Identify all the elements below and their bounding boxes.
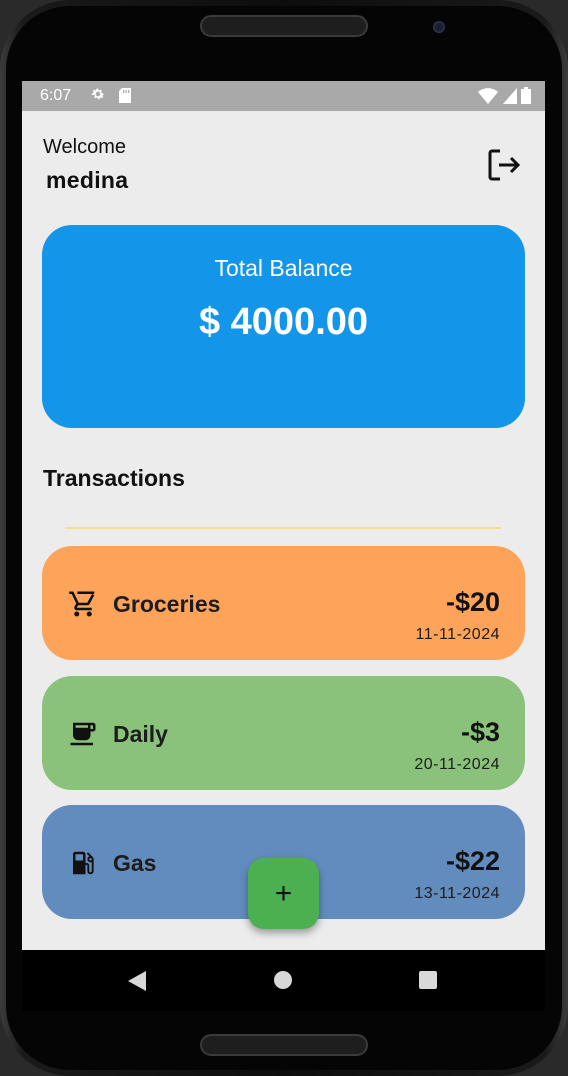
back-icon[interactable] bbox=[128, 971, 146, 996]
welcome-label: Welcome bbox=[43, 136, 126, 158]
transaction-amount: -$22 bbox=[445, 846, 500, 876]
transaction-card-groceries[interactable]: Groceries -$20 11-11-2024 bbox=[42, 546, 525, 660]
wifi-icon bbox=[478, 88, 499, 104]
recent-apps-icon[interactable] bbox=[419, 971, 437, 989]
app-screen: 6:07 Welcome medina Total Balance $ 4000… bbox=[22, 81, 545, 1011]
front-camera bbox=[433, 21, 445, 33]
top-speaker bbox=[200, 15, 368, 37]
username: medina bbox=[46, 167, 129, 193]
transaction-date: 11-11-2024 bbox=[415, 626, 500, 643]
transaction-date: 13-11-2024 bbox=[414, 885, 500, 902]
sd-card-icon bbox=[119, 88, 131, 108]
add-transaction-button[interactable]: + bbox=[248, 858, 319, 929]
status-time: 6:07 bbox=[40, 87, 72, 104]
coffee-cup-icon bbox=[68, 719, 98, 749]
transaction-name: Daily bbox=[113, 721, 168, 747]
bottom-speaker bbox=[200, 1034, 368, 1056]
transaction-date: 20-11-2024 bbox=[414, 756, 500, 773]
gear-icon bbox=[90, 86, 106, 107]
status-right-icons bbox=[478, 87, 531, 109]
cart-icon bbox=[68, 589, 98, 619]
signal-icon bbox=[502, 88, 517, 104]
divider bbox=[65, 527, 501, 529]
transaction-name: Gas bbox=[113, 850, 157, 876]
transaction-name: Groceries bbox=[113, 591, 221, 617]
system-nav-bar bbox=[22, 950, 545, 1011]
transaction-card-daily[interactable]: Daily -$3 20-11-2024 bbox=[42, 676, 525, 790]
balance-label: Total Balance bbox=[214, 255, 353, 281]
transaction-amount: -$20 bbox=[445, 587, 500, 617]
gas-station-icon bbox=[68, 848, 98, 878]
balance-amount: $ 4000.00 bbox=[198, 301, 369, 343]
transactions-title: Transactions bbox=[43, 465, 185, 491]
balance-card: Total Balance $ 4000.00 bbox=[42, 225, 525, 428]
status-bar: 6:07 bbox=[22, 81, 545, 111]
home-icon[interactable] bbox=[274, 971, 292, 989]
logout-icon[interactable] bbox=[486, 147, 522, 183]
phone-frame: 6:07 Welcome medina Total Balance $ 4000… bbox=[0, 0, 568, 1076]
battery-icon bbox=[521, 87, 531, 104]
transaction-amount: -$3 bbox=[460, 717, 500, 747]
